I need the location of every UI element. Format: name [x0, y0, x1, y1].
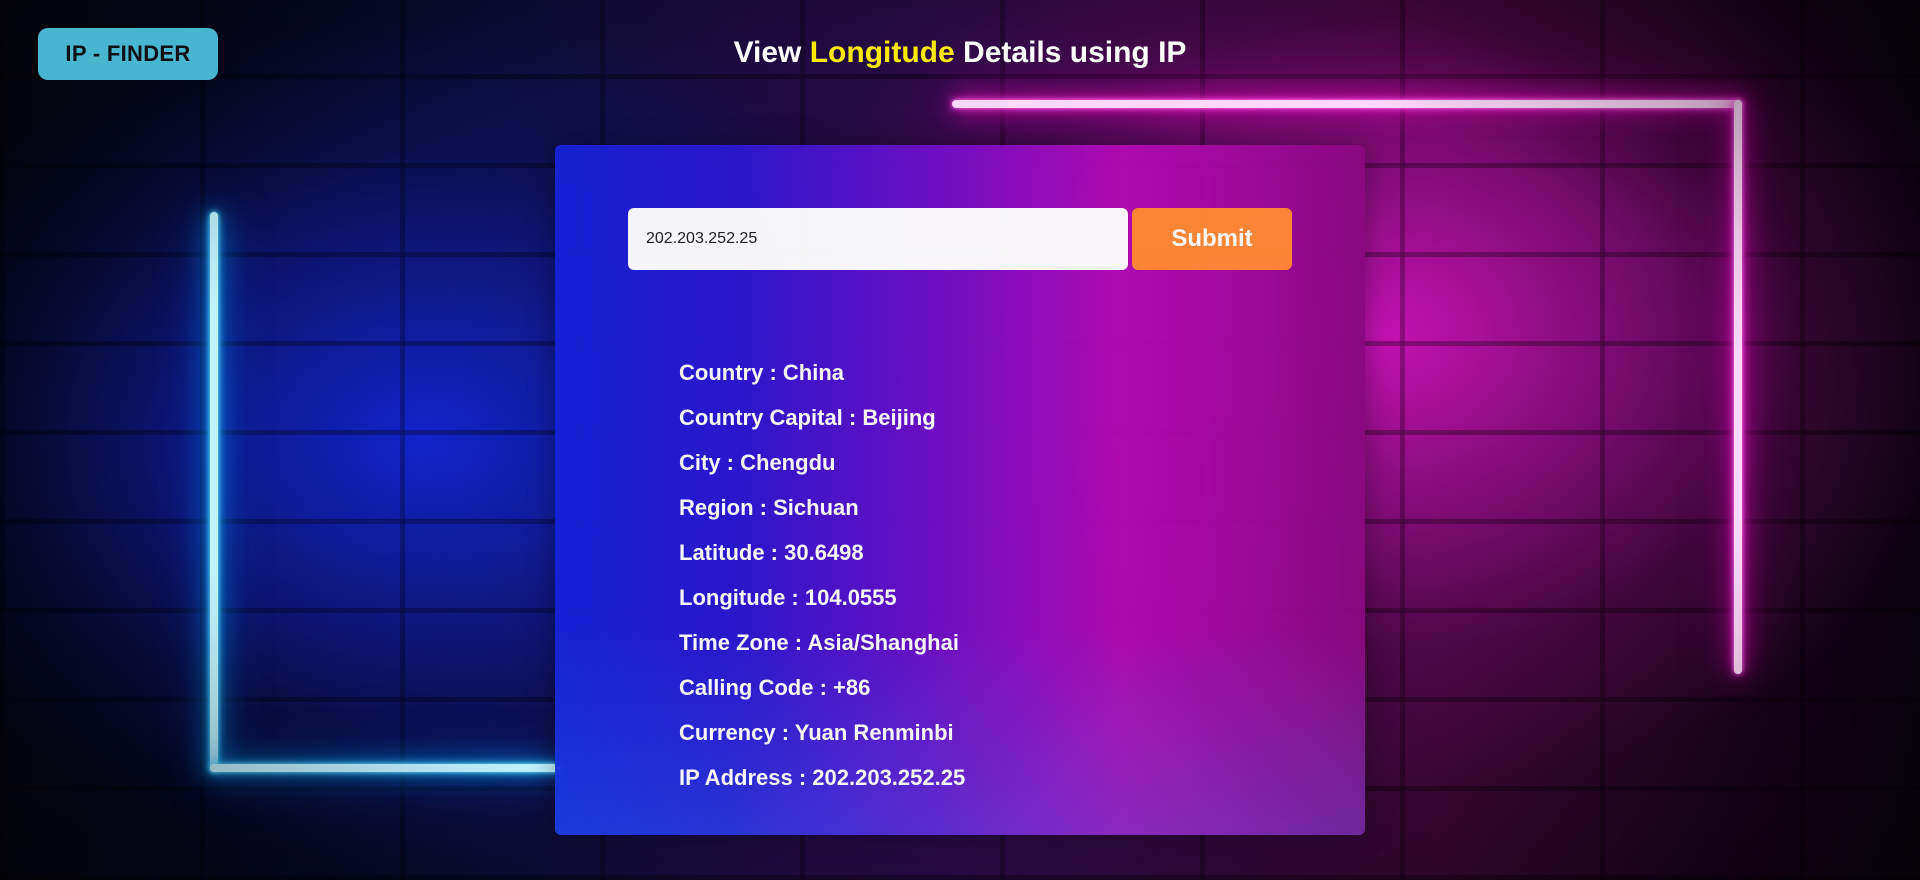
- submit-button[interactable]: Submit: [1132, 208, 1292, 270]
- detail-label: City: [679, 450, 721, 475]
- detail-value: 202.203.252.25: [812, 765, 966, 790]
- detail-value: China: [782, 360, 845, 385]
- detail-label: Latitude: [679, 540, 765, 565]
- detail-label: Time Zone: [679, 630, 789, 655]
- detail-label: Longitude: [679, 585, 786, 610]
- title-highlight: Longitude: [809, 36, 955, 69]
- detail-label: Currency: [679, 720, 776, 745]
- title-suffix: Details using IP: [954, 36, 1187, 69]
- detail-value: Beijing: [862, 405, 936, 430]
- ip-address-input[interactable]: [628, 208, 1128, 270]
- detail-country: Country : China: [679, 360, 845, 385]
- detail-label: Calling Code: [679, 675, 814, 700]
- detail-region: Region : Sichuan: [679, 495, 859, 520]
- detail-ip-address: IP Address : 202.203.252.25: [679, 765, 966, 790]
- detail-country-capital: Country Capital : Beijing: [679, 405, 936, 430]
- detail-label: IP Address: [679, 765, 793, 790]
- page-title: View Longitude Details using IP: [0, 36, 1920, 70]
- detail-currency: Currency : Yuan Renminbi: [679, 720, 954, 745]
- ip-lookup-panel: Submit Country : China Country Capital :…: [555, 145, 1365, 835]
- detail-value: Asia/Shanghai: [807, 630, 959, 655]
- detail-latitude: Latitude : 30.6498: [679, 540, 864, 565]
- detail-label: Country Capital: [679, 405, 843, 430]
- detail-label: Country: [679, 360, 764, 385]
- ip-details-list: Country : China Country Capital : Beijin…: [679, 350, 965, 800]
- detail-value: Chengdu: [740, 450, 836, 475]
- detail-value: Yuan Renminbi: [794, 720, 954, 745]
- detail-longitude: Longitude : 104.0555: [679, 585, 897, 610]
- detail-calling-code: Calling Code : +86: [679, 675, 871, 700]
- detail-value: Sichuan: [773, 495, 859, 520]
- detail-value: 104.0555: [804, 585, 897, 610]
- detail-value: +86: [833, 675, 871, 700]
- detail-city: City : Chengdu: [679, 450, 836, 475]
- detail-label: Region: [679, 495, 754, 520]
- detail-time-zone: Time Zone : Asia/Shanghai: [679, 630, 959, 655]
- detail-value: 30.6498: [784, 540, 864, 565]
- title-prefix: View: [733, 36, 810, 69]
